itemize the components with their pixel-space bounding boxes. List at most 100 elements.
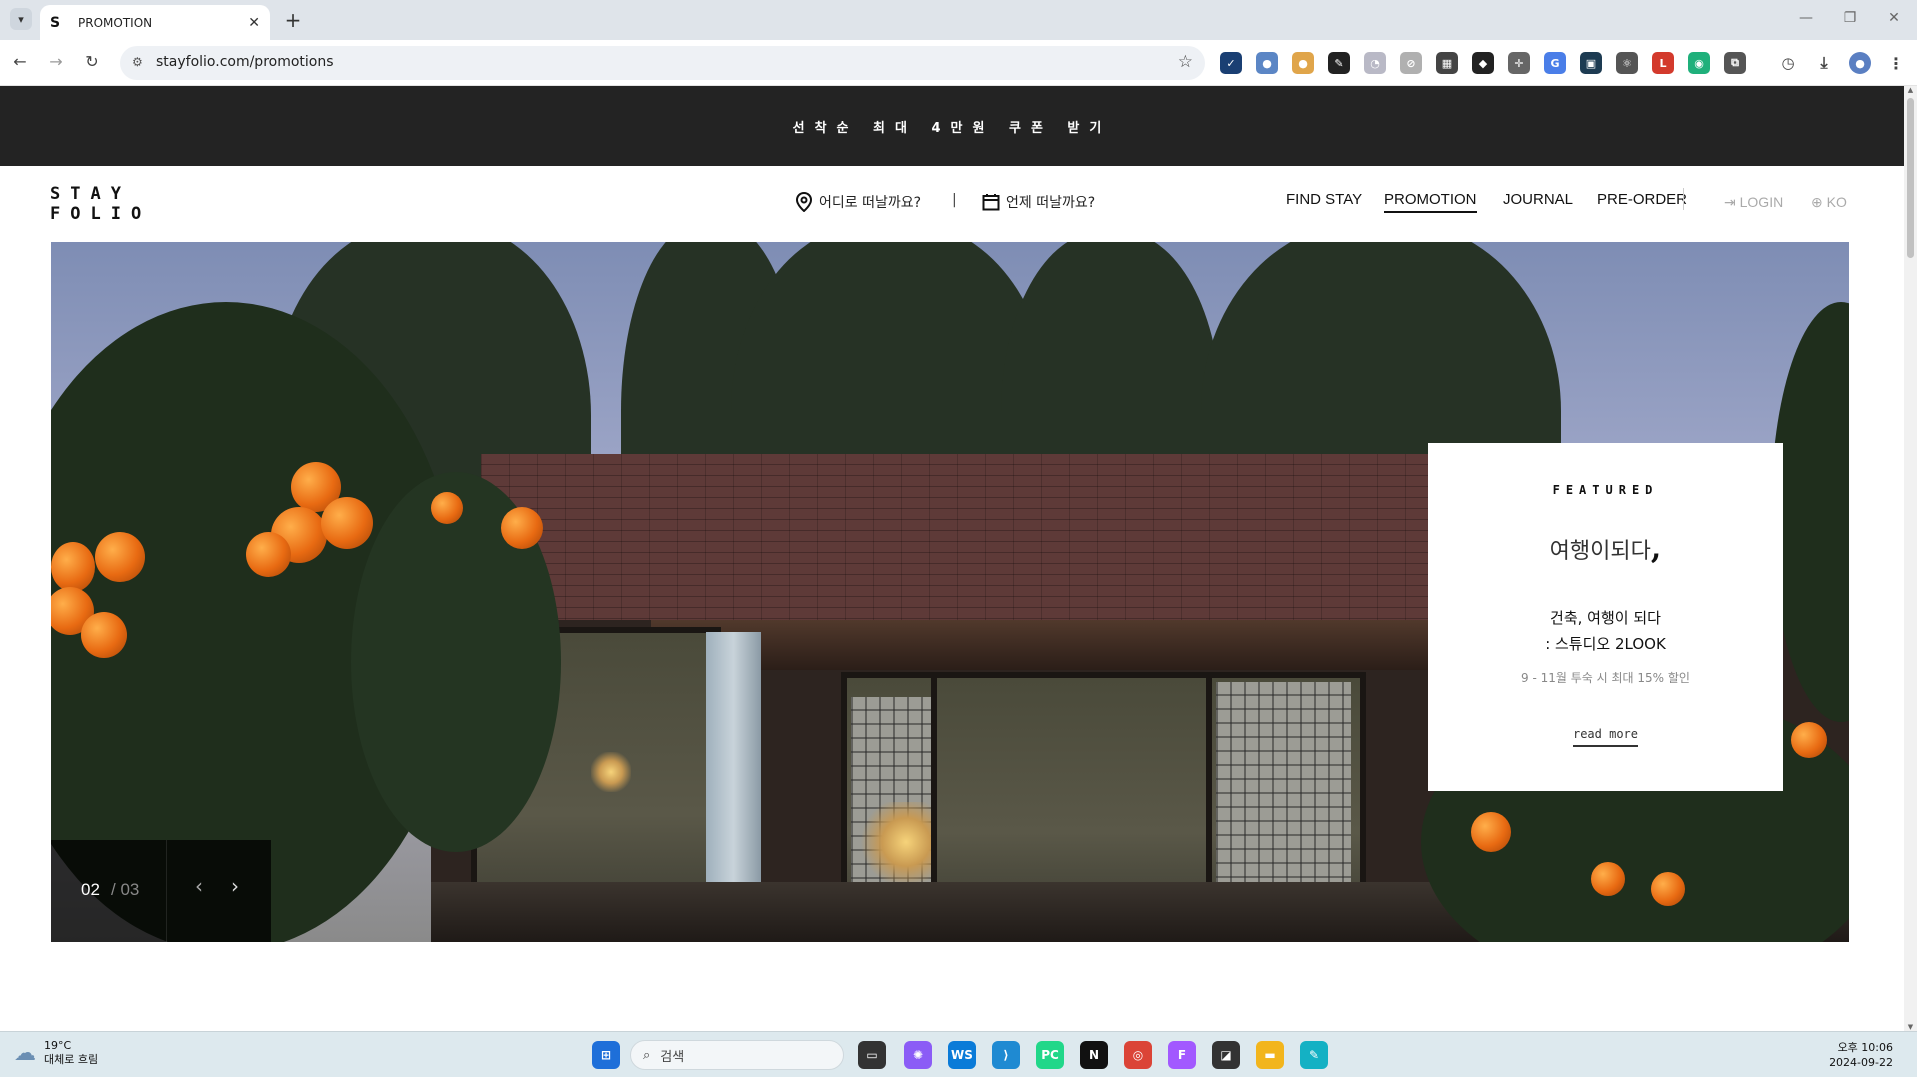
webstorm-icon[interactable]: WS xyxy=(948,1041,976,1069)
cookie-ext-icon[interactable]: ● xyxy=(1292,52,1314,74)
prev-slide-icon[interactable]: ‹ xyxy=(195,874,203,898)
windows-taskbar: ☁ 19°C 대체로 흐림 ⊞ ▭ ✺ WS ⟩ PC N ◎ F ◪ ▬ ✎ ⌕ 검색 오후 10:… xyxy=(0,1031,1917,1077)
profile-avatar-icon[interactable]: ● xyxy=(1849,52,1871,74)
featured-headline: 건축, 여행이 되다 : 스튜디오 2LOOK xyxy=(1428,605,1783,657)
scrollbar-thumb[interactable] xyxy=(1907,98,1914,258)
system-clock[interactable]: 오후 10:06 2024-09-22 xyxy=(1829,1040,1893,1070)
favicon-icon: S xyxy=(50,14,61,31)
tab-promotion[interactable]: S PROMOTION ✕ xyxy=(40,5,270,40)
compass-ext-icon[interactable]: ⊘ xyxy=(1400,52,1422,74)
hero-tangerine xyxy=(1791,722,1827,758)
back-icon[interactable]: ← xyxy=(10,52,30,72)
forward-icon[interactable]: → xyxy=(46,52,66,72)
weather-widget[interactable]: ☁ 19°C 대체로 흐림 xyxy=(14,1039,98,1067)
login-button[interactable]: ⇥ LOGIN xyxy=(1724,194,1783,211)
vscode-icon[interactable]: ⟩ xyxy=(992,1041,1020,1069)
weather-temp: 19°C xyxy=(44,1039,72,1052)
hero-tangerine xyxy=(1471,812,1511,852)
react-ext-icon[interactable]: ⚛ xyxy=(1616,52,1638,74)
layout-ext-icon[interactable]: ▦ xyxy=(1436,52,1458,74)
search-icon: ⌕ xyxy=(643,1047,651,1063)
browser-menu-icon[interactable]: ⋮ xyxy=(1885,52,1907,74)
nav-find-stay[interactable]: FIND STAY xyxy=(1286,191,1362,208)
copilot-icon[interactable]: ✺ xyxy=(904,1041,932,1069)
timer-ext-icon[interactable]: ◔ xyxy=(1364,52,1386,74)
brand-text: 여행이되다 xyxy=(1549,539,1651,564)
brand-mark: , xyxy=(1650,531,1662,566)
date-search[interactable]: 언제 떠날까요? xyxy=(982,192,1095,212)
calendar-icon xyxy=(982,194,1000,211)
clock-time: 오후 10:06 xyxy=(1837,1041,1893,1054)
restore-icon[interactable]: ❐ xyxy=(1840,10,1860,26)
minimize-icon[interactable]: — xyxy=(1796,10,1816,26)
file-explorer-icon[interactable]: ▬ xyxy=(1256,1041,1284,1069)
check-ext-icon[interactable]: ✓ xyxy=(1220,52,1242,74)
brand-logo: 여행이되다, xyxy=(1428,531,1783,566)
window-close-icon[interactable]: ✕ xyxy=(1884,10,1904,26)
browser-tabbar: ▾ S PROMOTION ✕ + — ❐ ✕ xyxy=(0,0,1917,40)
reload-icon[interactable]: ↻ xyxy=(82,52,102,72)
hero-glass-blocks xyxy=(1216,682,1351,912)
nav-journal[interactable]: JOURNAL xyxy=(1503,191,1573,208)
lit-ext-icon[interactable]: L xyxy=(1652,52,1674,74)
slide-total: / 03 xyxy=(111,880,140,899)
next-slide-icon[interactable]: › xyxy=(231,874,239,898)
headline-line-2: : 스튜디오 2LOOK xyxy=(1545,635,1666,653)
history-ext-icon[interactable]: ◷ xyxy=(1777,52,1799,74)
search-placeholder: 검색 xyxy=(660,1049,685,1065)
address-toolbar: ← → ↻ ⚙ stayfolio.com/promotions ☆ ✓ ● ● ✎ ◔… xyxy=(0,40,1917,86)
site-info-icon[interactable]: ⚙ xyxy=(132,55,143,69)
pycharm-icon[interactable]: PC xyxy=(1036,1041,1064,1069)
destination-label: 어디로 떠날까요? xyxy=(819,195,922,211)
nav-pre-order[interactable]: PRE-ORDER xyxy=(1597,191,1687,208)
profile-ext-icon[interactable]: ● xyxy=(1256,52,1278,74)
login-label: LOGIN xyxy=(1739,194,1784,210)
cloud-icon: ☁ xyxy=(14,1040,36,1066)
eyedropper-ext-icon[interactable]: ✎ xyxy=(1328,52,1350,74)
task-view-icon[interactable]: ▭ xyxy=(858,1041,886,1069)
puzzle-dark-ext-icon[interactable]: ◆ xyxy=(1472,52,1494,74)
site-header: STAY FOLIO 어디로 떠날까요? | 언제 떠날까요? FIND STA… xyxy=(0,166,1904,242)
windows-start-icon[interactable]: ⊞ xyxy=(592,1041,620,1069)
destination-search[interactable]: 어디로 떠날까요? xyxy=(795,192,921,212)
nav-promotion[interactable]: PROMOTION xyxy=(1384,191,1477,213)
hero-tangerine xyxy=(246,532,291,577)
bookmark-star-icon[interactable]: ☆ xyxy=(1178,52,1193,72)
figma-icon[interactable]: F xyxy=(1168,1041,1196,1069)
hero-tangerine xyxy=(1591,862,1625,896)
stayfolio-logo[interactable]: STAY FOLIO xyxy=(50,184,151,224)
language-selector[interactable]: ⊕ KO xyxy=(1811,194,1847,211)
hero-lamp-glow xyxy=(591,752,631,792)
sticky-notes-icon[interactable]: ◪ xyxy=(1212,1041,1240,1069)
featured-label: FEATURED xyxy=(1552,483,1659,497)
chat-ext-icon[interactable]: ◉ xyxy=(1688,52,1710,74)
tab-search-icon[interactable]: ▾ xyxy=(10,8,32,30)
extensions-icon[interactable]: ⧉ xyxy=(1724,52,1746,74)
read-more-label[interactable]: read more xyxy=(1572,727,1639,747)
scroll-down-icon[interactable]: ▼ xyxy=(1904,1023,1917,1031)
url-text[interactable]: stayfolio.com/promotions xyxy=(156,54,334,70)
tab-close-icon[interactable]: ✕ xyxy=(248,15,260,31)
read-more-link[interactable]: read more xyxy=(1428,727,1783,747)
grid-ext-icon[interactable]: ▣ xyxy=(1580,52,1602,74)
hero-tangerine xyxy=(321,497,373,549)
crosshair-ext-icon[interactable]: ✛ xyxy=(1508,52,1530,74)
new-tab-icon[interactable]: + xyxy=(282,8,304,32)
nav-divider xyxy=(1683,188,1684,210)
taskbar-search[interactable]: ⌕ 검색 xyxy=(630,1040,844,1070)
scroll-up-icon[interactable]: ▲ xyxy=(1904,86,1917,94)
editor-app-icon[interactable]: ✎ xyxy=(1300,1041,1328,1069)
language-label: KO xyxy=(1826,194,1847,210)
notion-icon[interactable]: N xyxy=(1080,1041,1108,1069)
download-icon[interactable]: ⤓ xyxy=(1813,52,1835,74)
featured-subtitle: 9 - 11월 투숙 시 최대 15% 할인 xyxy=(1521,671,1690,685)
page-scrollbar[interactable]: ▲ ▼ xyxy=(1904,86,1917,1031)
translate-ext-icon[interactable]: G xyxy=(1544,52,1566,74)
date-label: 언제 떠날까요? xyxy=(1006,195,1096,211)
featured-card[interactable]: FEATURED 여행이되다, 건축, 여행이 되다 : 스튜디오 2LOOK … xyxy=(1428,443,1783,791)
hero-tangerine xyxy=(51,542,95,592)
omnibox[interactable]: ⚙ stayfolio.com/promotions ☆ xyxy=(120,46,1205,80)
hero-tangerine xyxy=(81,612,127,658)
chrome-icon[interactable]: ◎ xyxy=(1124,1041,1152,1069)
coupon-banner[interactable]: 선착순 최대 4만원 쿠폰 받기 xyxy=(0,86,1904,166)
